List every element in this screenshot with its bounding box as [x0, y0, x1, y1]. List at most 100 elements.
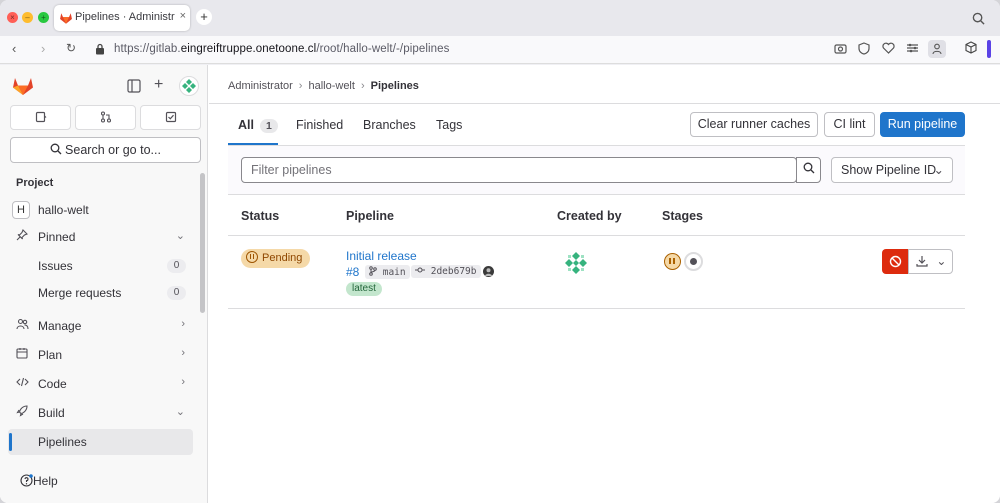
back-icon[interactable]: ‹	[12, 41, 16, 56]
users-icon	[14, 318, 30, 333]
sidebar-item-pipelines[interactable]: Pipelines	[8, 429, 193, 455]
search-tabs-icon[interactable]	[972, 12, 985, 28]
sidebar-item-merge-requests[interactable]: Merge requests 0	[8, 280, 193, 306]
breadcrumb-current[interactable]: Pipelines	[371, 80, 419, 92]
reload-icon[interactable]: ↻	[66, 41, 76, 55]
assigned-issues-button[interactable]	[10, 105, 71, 130]
forward-icon[interactable]: ›	[41, 41, 45, 56]
filter-pipelines-input[interactable]: Filter pipelines	[241, 157, 797, 183]
merge-request-icon	[100, 111, 111, 123]
chevron-down-icon: ⌄	[175, 406, 185, 418]
breadcrumb-separator: ›	[360, 80, 365, 92]
creator-avatar[interactable]	[563, 250, 589, 276]
committer-avatar[interactable]	[483, 266, 494, 277]
show-pipeline-id-dropdown[interactable]: Show Pipeline ID ⌄	[831, 157, 953, 183]
create-new-icon[interactable]: +	[154, 76, 163, 94]
row-divider	[228, 235, 965, 236]
sidebar-item-label: hallo-welt	[38, 203, 89, 217]
sidebar-extension-indicator[interactable]	[987, 40, 991, 58]
sidebar-item-code[interactable]: Code ›	[8, 371, 193, 397]
shield-icon[interactable]	[858, 42, 870, 58]
cancel-pipeline-button[interactable]	[882, 249, 909, 274]
tab-finished[interactable]: Finished	[296, 118, 343, 132]
pause-icon	[246, 251, 258, 263]
branch-name: main	[382, 267, 406, 278]
breadcrumb-item[interactable]: Administrator	[228, 80, 293, 92]
collapse-sidebar-icon[interactable]	[127, 79, 141, 93]
count-badge: 0	[167, 286, 186, 300]
url-path: /root/hallo-welt/-/pipelines	[316, 43, 450, 55]
merge-requests-button[interactable]	[75, 105, 136, 130]
heart-icon[interactable]	[882, 42, 895, 57]
column-header-pipeline: Pipeline	[346, 209, 394, 223]
sidebar-item-build[interactable]: Build ⌄	[8, 400, 193, 426]
sidebar-item-manage[interactable]: Manage ›	[8, 313, 193, 339]
stage-pending-icon[interactable]	[664, 253, 681, 270]
pin-icon	[14, 229, 30, 244]
column-header-status: Status	[241, 209, 280, 223]
dropdown-label: Show Pipeline ID	[841, 163, 937, 177]
column-header-stages: Stages	[662, 209, 703, 223]
calendar-icon	[14, 347, 30, 362]
browser-toolbar: ‹ › ↻ https://gitlab.eingreiftruppe.onet…	[0, 36, 1000, 64]
issues-icon	[35, 111, 46, 123]
run-pipeline-button[interactable]: Run pipeline	[880, 112, 965, 137]
column-header-created-by: Created by	[557, 209, 622, 223]
stage-created-icon[interactable]	[684, 252, 703, 271]
filter-search-button[interactable]	[796, 157, 821, 183]
breadcrumb-item[interactable]: hallo-welt	[308, 80, 354, 92]
breadcrumb: Administrator › hallo-welt › Pipelines	[228, 80, 419, 92]
avatar[interactable]	[179, 76, 199, 96]
chevron-right-icon: ›	[181, 318, 185, 330]
tab-branches[interactable]: Branches	[363, 118, 416, 132]
tab-tags[interactable]: Tags	[436, 118, 462, 132]
address-bar[interactable]: https://gitlab.eingreiftruppe.onetoone.c…	[114, 43, 450, 55]
new-tab-icon[interactable]: +	[196, 9, 212, 25]
commit-sha[interactable]: 2deb679b	[411, 265, 481, 278]
minimize-window-icon[interactable]: –	[22, 12, 33, 23]
chevron-right-icon: ›	[181, 376, 185, 388]
status-badge[interactable]: Pending	[241, 249, 311, 268]
sidebar-item-label: Pinned	[38, 230, 76, 244]
tab-title: Pipelines · Administrator	[75, 11, 175, 23]
sidebar-item-plan[interactable]: Plan ›	[8, 342, 193, 368]
sidebar-item-issues[interactable]: Issues 0	[8, 253, 193, 279]
chevron-down-icon: ⌄	[933, 163, 944, 177]
tab-label: All	[238, 118, 254, 132]
sidebar-item-project[interactable]: H hallo-welt	[8, 197, 193, 223]
code-icon	[14, 376, 30, 391]
cancel-icon	[889, 255, 902, 268]
url-prefix: https://gitlab.	[114, 43, 181, 55]
lock-icon	[96, 43, 104, 55]
help-button[interactable]: Help	[20, 474, 58, 488]
maximize-window-icon[interactable]: +	[38, 12, 49, 23]
pipeline-id-link[interactable]: #8	[346, 265, 359, 279]
search-button[interactable]: Search or go to...	[10, 137, 201, 163]
sidebar-item-pinned[interactable]: Pinned ⌄	[8, 224, 193, 250]
download-artifacts-dropdown[interactable]: ⌄	[908, 249, 953, 274]
todo-list-button[interactable]	[140, 105, 201, 130]
clear-runner-caches-button[interactable]: Clear runner caches	[690, 112, 818, 137]
breadcrumb-separator: ›	[298, 80, 303, 92]
branch-icon	[369, 266, 377, 276]
search-icon	[803, 162, 814, 174]
close-window-icon[interactable]: ×	[7, 12, 18, 23]
sidebar-scrollbar[interactable]	[200, 173, 205, 313]
tab-close-icon[interactable]: ×	[180, 10, 186, 22]
account-icon[interactable]	[928, 40, 946, 58]
screenshot-icon[interactable]	[834, 42, 847, 57]
pipeline-title-link[interactable]: Initial release	[346, 249, 417, 263]
tab-all[interactable]: All 1	[238, 118, 278, 133]
sidebar-item-label: Pipelines	[38, 435, 87, 449]
section-label: Project	[16, 177, 54, 189]
sliders-icon[interactable]	[906, 42, 919, 57]
commit-icon	[415, 267, 425, 273]
extensions-icon[interactable]	[965, 41, 977, 57]
sidebar-item-label: Merge requests	[38, 286, 122, 300]
gitlab-logo-icon[interactable]	[12, 76, 34, 96]
browser-tab[interactable]: Pipelines · Administrator ×	[54, 5, 190, 31]
sidebar-item-label: Plan	[38, 348, 63, 362]
branch-ref[interactable]: main	[365, 265, 410, 279]
ci-lint-button[interactable]: CI lint	[824, 112, 875, 137]
help-label: Help	[33, 474, 58, 488]
